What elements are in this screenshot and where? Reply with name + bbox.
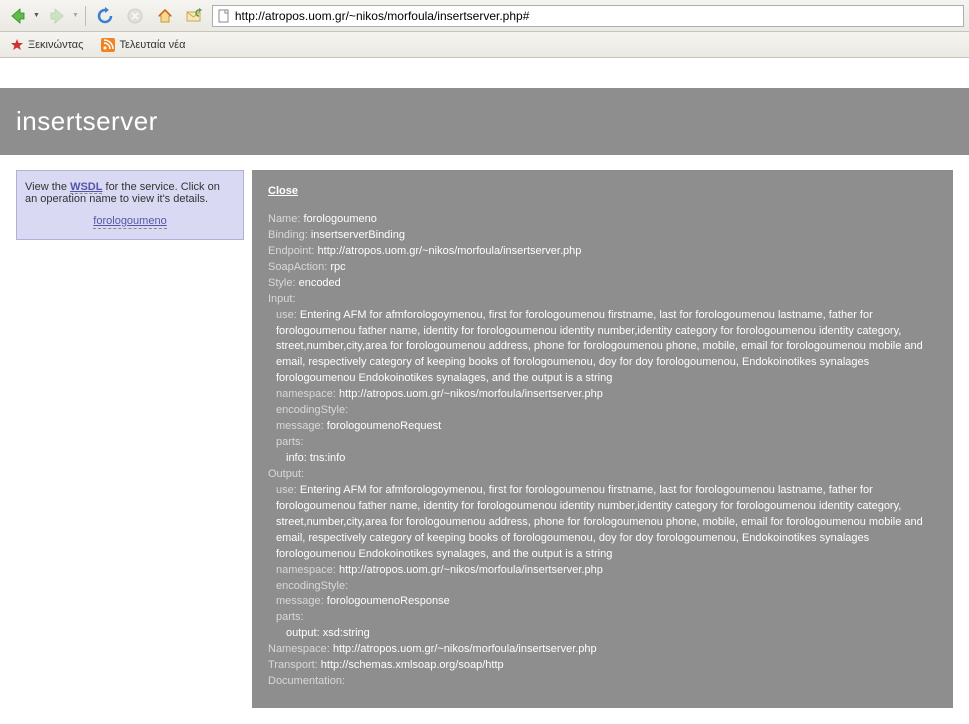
- back-button[interactable]: [5, 4, 31, 28]
- output-namespace-value: http://atropos.uom.gr/~nikos/morfoula/in…: [339, 564, 603, 576]
- input-message-value: forologoumenoRequest: [327, 420, 441, 432]
- content-gap: [0, 58, 969, 88]
- soapaction-label: SoapAction:: [268, 261, 327, 273]
- soapaction-value: rpc: [330, 261, 345, 273]
- documentation-label: Documentation:: [268, 675, 345, 687]
- input-encodingstyle-label: encodingStyle:: [276, 404, 348, 416]
- forward-button[interactable]: [44, 4, 70, 28]
- bookmarks-bar: Ξεκινώντας Τελευταία νέα: [0, 32, 969, 58]
- name-value: forologoumeno: [303, 213, 376, 225]
- namespace-value: http://atropos.uom.gr/~nikos/morfoula/in…: [333, 643, 597, 655]
- forward-dropdown-icon[interactable]: ▼: [72, 12, 79, 19]
- bookmark-label: Τελευταία νέα: [119, 39, 185, 51]
- operation-link-forologoumeno[interactable]: forologoumeno: [93, 215, 166, 229]
- output-label: Output:: [268, 468, 304, 480]
- bookmark-latest-news[interactable]: Τελευταία νέα: [97, 36, 189, 54]
- stop-button[interactable]: [122, 4, 148, 28]
- output-message-value: forologoumenoResponse: [327, 595, 450, 607]
- operation-details-panel: Close Name: forologoumeno Binding: inser…: [252, 170, 953, 708]
- input-namespace-label: namespace:: [276, 388, 336, 400]
- bookmark-getting-started[interactable]: Ξεκινώντας: [6, 36, 87, 54]
- browser-toolbar: ▼ ▼: [0, 0, 969, 32]
- output-use-value: Entering AFM for afmforologoymenou, firs…: [276, 484, 923, 560]
- style-value: encoded: [299, 277, 341, 289]
- red-star-icon: [10, 38, 24, 52]
- style-label: Style:: [268, 277, 296, 289]
- rss-icon: [101, 38, 115, 52]
- output-message-label: message:: [276, 595, 324, 607]
- url-input[interactable]: [235, 9, 959, 23]
- close-link[interactable]: Close: [268, 184, 298, 200]
- page-header: insertserver: [0, 88, 969, 155]
- input-parts-label: parts:: [276, 436, 304, 448]
- input-use-value: Entering AFM for afmforologoymenou, firs…: [276, 309, 923, 385]
- namespace-label: Namespace:: [268, 643, 330, 655]
- output-encodingstyle-label: encodingStyle:: [276, 580, 348, 592]
- home-button[interactable]: [152, 4, 178, 28]
- page-icon: [217, 9, 231, 23]
- input-part: info: tns:info: [286, 452, 345, 464]
- page-title: insertserver: [16, 106, 953, 137]
- output-namespace-label: namespace:: [276, 564, 336, 576]
- name-label: Name:: [268, 213, 300, 225]
- output-part: output: xsd:string: [286, 627, 370, 639]
- binding-value: insertserverBinding: [311, 229, 405, 241]
- endpoint-value: http://atropos.uom.gr/~nikos/morfoula/in…: [318, 245, 582, 257]
- output-parts-label: parts:: [276, 611, 304, 623]
- transport-label: Transport:: [268, 659, 318, 671]
- mail-button[interactable]: [182, 4, 208, 28]
- transport-value: http://schemas.xmlsoap.org/soap/http: [321, 659, 504, 671]
- binding-label: Binding:: [268, 229, 308, 241]
- service-info-panel: View the WSDL for the service. Click on …: [16, 170, 244, 240]
- address-bar[interactable]: [212, 5, 964, 27]
- toolbar-separator: [85, 6, 86, 26]
- side-text-pre: View the: [25, 181, 70, 193]
- input-label: Input:: [268, 293, 296, 305]
- reload-button[interactable]: [92, 4, 118, 28]
- endpoint-label: Endpoint:: [268, 245, 314, 257]
- input-namespace-value: http://atropos.uom.gr/~nikos/morfoula/in…: [339, 388, 603, 400]
- main-content: View the WSDL for the service. Click on …: [0, 170, 969, 724]
- input-message-label: message:: [276, 420, 324, 432]
- input-use-label: use:: [276, 309, 297, 321]
- back-dropdown-icon[interactable]: ▼: [33, 12, 40, 19]
- output-use-label: use:: [276, 484, 297, 496]
- bookmark-label: Ξεκινώντας: [28, 39, 83, 51]
